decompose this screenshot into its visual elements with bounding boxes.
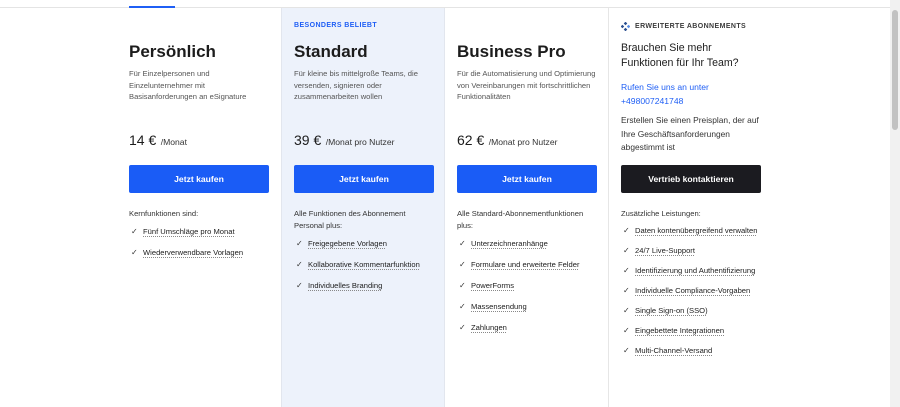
check-icon: ✓ xyxy=(131,248,138,257)
check-icon: ✓ xyxy=(296,281,303,290)
list-item[interactable]: ✓ Multi-Channel-Versand xyxy=(623,345,767,356)
phone-contact-link[interactable]: Rufen Sie uns an unter +498007241748 xyxy=(621,81,767,108)
list-item[interactable]: ✓ Wiederverwendbare Vorlagen xyxy=(131,247,269,258)
feature-label: Zahlungen xyxy=(471,323,507,332)
diamond-cluster-icon xyxy=(621,22,630,31)
buy-now-button[interactable]: Jetzt kaufen xyxy=(457,165,597,193)
list-item[interactable]: ✓ Individuelle Compliance-Vorgaben xyxy=(623,285,767,296)
feature-label: 24/7 Live-Support xyxy=(635,246,695,255)
check-icon: ✓ xyxy=(623,346,630,355)
check-icon: ✓ xyxy=(459,302,466,311)
plan-card-standard: BESONDERS BELIEBT Standard Für kleine bi… xyxy=(281,8,445,407)
list-item[interactable]: ✓ Formulare und erweiterte Felder xyxy=(459,259,596,270)
feature-label: Unterzeichneranhänge xyxy=(471,239,548,248)
list-item[interactable]: ✓ Eingebettete Integrationen xyxy=(623,325,767,336)
check-icon: ✓ xyxy=(459,260,466,269)
list-item[interactable]: ✓ Unterzeichneranhänge xyxy=(459,238,596,249)
badge-label: ERWEITERTE ABONNEMENTS xyxy=(635,23,747,30)
feature-label: Eingebettete Integrationen xyxy=(635,326,725,335)
price-amount: 62 € xyxy=(457,132,485,148)
plan-card-personal: Persönlich Für Einzelpersonen und Einzel… xyxy=(120,8,281,407)
feature-label: PowerForms xyxy=(471,281,515,290)
features-title: Zusätzliche Leistungen: xyxy=(621,209,701,218)
scrollbar-thumb[interactable] xyxy=(892,10,898,130)
plan-description: Für Einzelpersonen und Einzelunternehmer… xyxy=(129,69,247,101)
list-item[interactable]: ✓ Fünf Umschläge pro Monat xyxy=(131,226,269,237)
check-icon: ✓ xyxy=(623,246,630,255)
feature-label: Fünf Umschläge pro Monat xyxy=(143,227,235,236)
list-item[interactable]: ✓ Daten kontenübergreifend verwalten xyxy=(623,225,767,236)
list-item[interactable]: ✓ Identifizierung und Authentifizierung xyxy=(623,265,767,276)
check-icon: ✓ xyxy=(459,281,466,290)
plan-card-business-pro: Business Pro Für die Automatisierung und… xyxy=(445,8,609,407)
enterprise-description: Erstellen Sie einen Preisplan, der auf I… xyxy=(621,115,759,152)
list-item[interactable]: ✓ Zahlungen xyxy=(459,322,596,333)
popular-badge: BESONDERS BELIEBT xyxy=(294,22,378,29)
plan-price: 39 € /Monat pro Nutzer xyxy=(294,132,394,150)
plan-description: Für die Automatisierung und Optimierung … xyxy=(457,69,596,101)
list-item[interactable]: ✓ Massensendung xyxy=(459,301,596,312)
vertical-scrollbar[interactable] xyxy=(890,0,900,407)
feature-label: Formulare und erweiterte Felder xyxy=(471,260,580,269)
list-item[interactable]: ✓ Single Sign-on (SSO) xyxy=(623,305,767,316)
features-title: Kernfunktionen sind: xyxy=(129,209,199,218)
check-icon: ✓ xyxy=(623,286,630,295)
plan-card-enterprise: ERWEITERTE ABONNEMENTS Brauchen Sie mehr… xyxy=(609,8,779,407)
feature-label: Freigegebene Vorlagen xyxy=(308,239,387,248)
buy-now-button[interactable]: Jetzt kaufen xyxy=(294,165,434,193)
features-list: ✓ Fünf Umschläge pro Monat ✓ Wiederverwend… xyxy=(131,226,269,258)
feature-label: Kollaborative Kommentarfunktion xyxy=(308,260,420,269)
feature-label: Individuelles Branding xyxy=(308,281,383,290)
price-unit: /Monat pro Nutzer xyxy=(325,137,395,147)
plan-description: Für kleine bis mittelgroße Teams, die ve… xyxy=(294,69,418,101)
plan-title: Business Pro xyxy=(457,42,566,61)
features-list: ✓ Daten kontenübergreifend verwalten ✓ 24/… xyxy=(623,225,767,356)
features-title: Alle Funktionen des Abonnement Personal … xyxy=(294,209,406,230)
plan-price: 62 € /Monat pro Nutzer xyxy=(457,132,557,150)
plan-title: Persönlich xyxy=(129,42,216,61)
list-item[interactable]: ✓ 24/7 Live-Support xyxy=(623,245,767,256)
feature-label: Single Sign-on (SSO) xyxy=(635,306,708,315)
contact-sales-button[interactable]: Vertrieb kontaktieren xyxy=(621,165,761,193)
features-list: ✓ Unterzeichneranhänge ✓ Formulare und erw… xyxy=(459,238,596,333)
plan-title: Standard xyxy=(294,42,368,61)
price-amount: 39 € xyxy=(294,132,322,148)
check-icon: ✓ xyxy=(623,306,630,315)
feature-label: Wiederverwendbare Vorlagen xyxy=(143,248,244,257)
enterprise-heading: Brauchen Sie mehr Funktionen für Ihr Tea… xyxy=(621,42,739,69)
price-unit: /Monat pro Nutzer xyxy=(488,137,558,147)
check-icon: ✓ xyxy=(296,239,303,248)
list-item[interactable]: ✓ PowerForms xyxy=(459,280,596,291)
check-icon: ✓ xyxy=(623,266,630,275)
feature-label: Identifizierung und Authentifizierung xyxy=(635,266,756,275)
check-icon: ✓ xyxy=(623,326,630,335)
price-amount: 14 € xyxy=(129,132,157,148)
feature-label: Daten kontenübergreifend verwalten xyxy=(635,226,758,235)
check-icon: ✓ xyxy=(459,323,466,332)
list-item[interactable]: ✓ Kollaborative Kommentarfunktion xyxy=(296,259,432,270)
feature-label: Individuelle Compliance-Vorgaben xyxy=(635,286,751,295)
features-title: Alle Standard-Abonnementfunktionen plus: xyxy=(457,209,584,230)
feature-label: Massensendung xyxy=(471,302,527,311)
check-icon: ✓ xyxy=(623,226,630,235)
check-icon: ✓ xyxy=(131,227,138,236)
features-list: ✓ Freigegebene Vorlagen ✓ Kollaborative Ko… xyxy=(296,238,432,291)
list-item[interactable]: ✓ Individuelles Branding xyxy=(296,280,432,291)
plan-price: 14 € /Monat xyxy=(129,132,187,150)
buy-now-button[interactable]: Jetzt kaufen xyxy=(129,165,269,193)
check-icon: ✓ xyxy=(296,260,303,269)
list-item[interactable]: ✓ Freigegebene Vorlagen xyxy=(296,238,432,249)
enterprise-badge: ERWEITERTE ABONNEMENTS xyxy=(621,22,746,31)
feature-label: Multi-Channel-Versand xyxy=(635,346,713,355)
check-icon: ✓ xyxy=(459,239,466,248)
price-unit: /Monat xyxy=(160,137,187,147)
